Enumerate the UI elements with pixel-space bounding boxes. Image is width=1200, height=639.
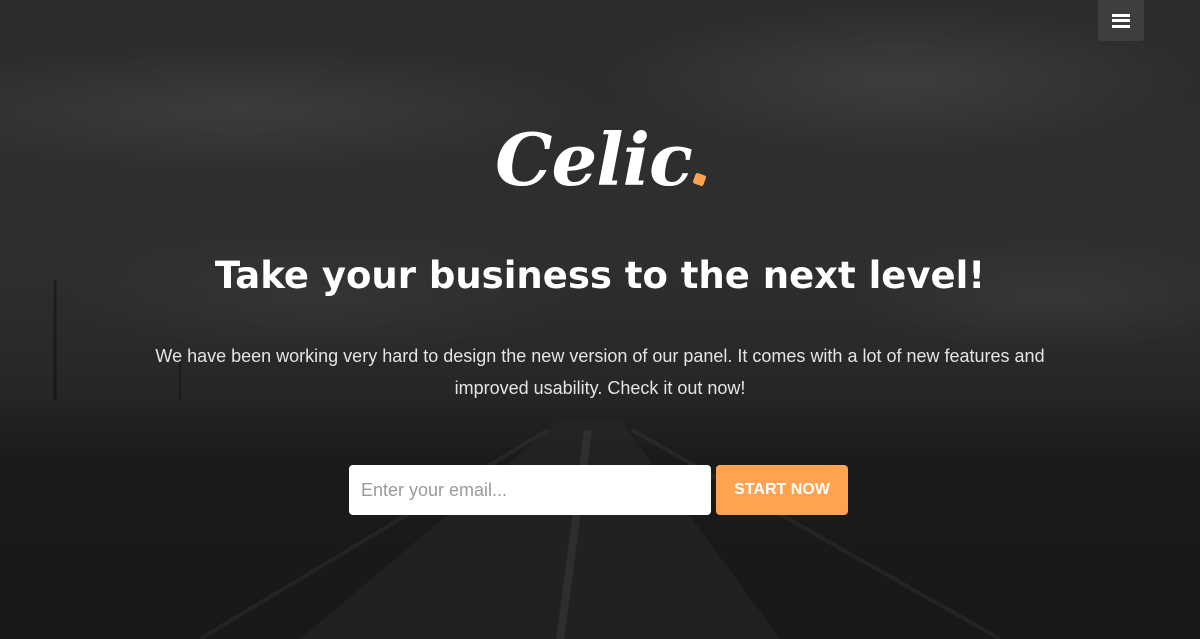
hero-background xyxy=(0,0,1200,639)
menu-button[interactable] xyxy=(1098,0,1144,41)
logo: Celic xyxy=(0,112,1200,208)
road-background-image xyxy=(53,280,1001,639)
hamburger-menu-icon xyxy=(1112,13,1130,28)
logo-dot-icon xyxy=(692,172,707,187)
start-now-button[interactable]: START NOW xyxy=(716,465,848,515)
logo-text: Celic xyxy=(495,117,693,202)
email-input[interactable] xyxy=(349,465,711,515)
hero-intro-text: We have been working very hard to design… xyxy=(155,346,1045,398)
hero-headline: Take your business to the next level! xyxy=(214,254,986,297)
